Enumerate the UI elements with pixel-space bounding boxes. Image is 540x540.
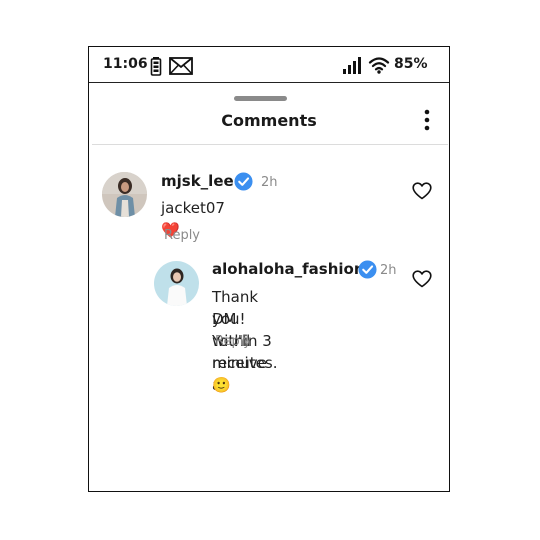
signal-icon [343, 57, 361, 74]
header-divider [92, 144, 448, 146]
avatar-image [154, 261, 199, 306]
reply-button[interactable]: Reply [215, 334, 251, 349]
reply-text-line-2: DM within 3 minutes. 🙂 [212, 310, 278, 394]
mail-icon [169, 57, 193, 75]
status-time: 11:06 [103, 56, 148, 72]
wifi-icon [368, 57, 390, 74]
comment-time: 2h [261, 175, 278, 190]
battery-icon [150, 57, 162, 76]
phone-frame: 11:06 85% Comments mjsk_lee 2h jacket07 … [88, 46, 450, 492]
more-vertical-icon[interactable] [422, 109, 432, 131]
battery-percent: 85% [394, 56, 428, 72]
reply-button[interactable]: Reply [164, 228, 200, 243]
sheet-title: Comments [221, 111, 317, 130]
verified-badge-icon [234, 172, 253, 191]
reply-username[interactable]: alohaloha_fashion [212, 260, 365, 278]
avatar[interactable] [154, 261, 199, 306]
reply-time: 2h [380, 263, 397, 278]
verified-badge-icon [358, 260, 377, 279]
heart-icon[interactable] [412, 270, 432, 288]
heart-icon[interactable] [412, 182, 432, 200]
comment-username[interactable]: mjsk_lee [161, 172, 234, 190]
avatar-image [102, 172, 147, 217]
avatar[interactable] [102, 172, 147, 217]
status-bar: 11:06 85% [89, 47, 449, 83]
sheet-drag-handle[interactable] [234, 96, 287, 101]
